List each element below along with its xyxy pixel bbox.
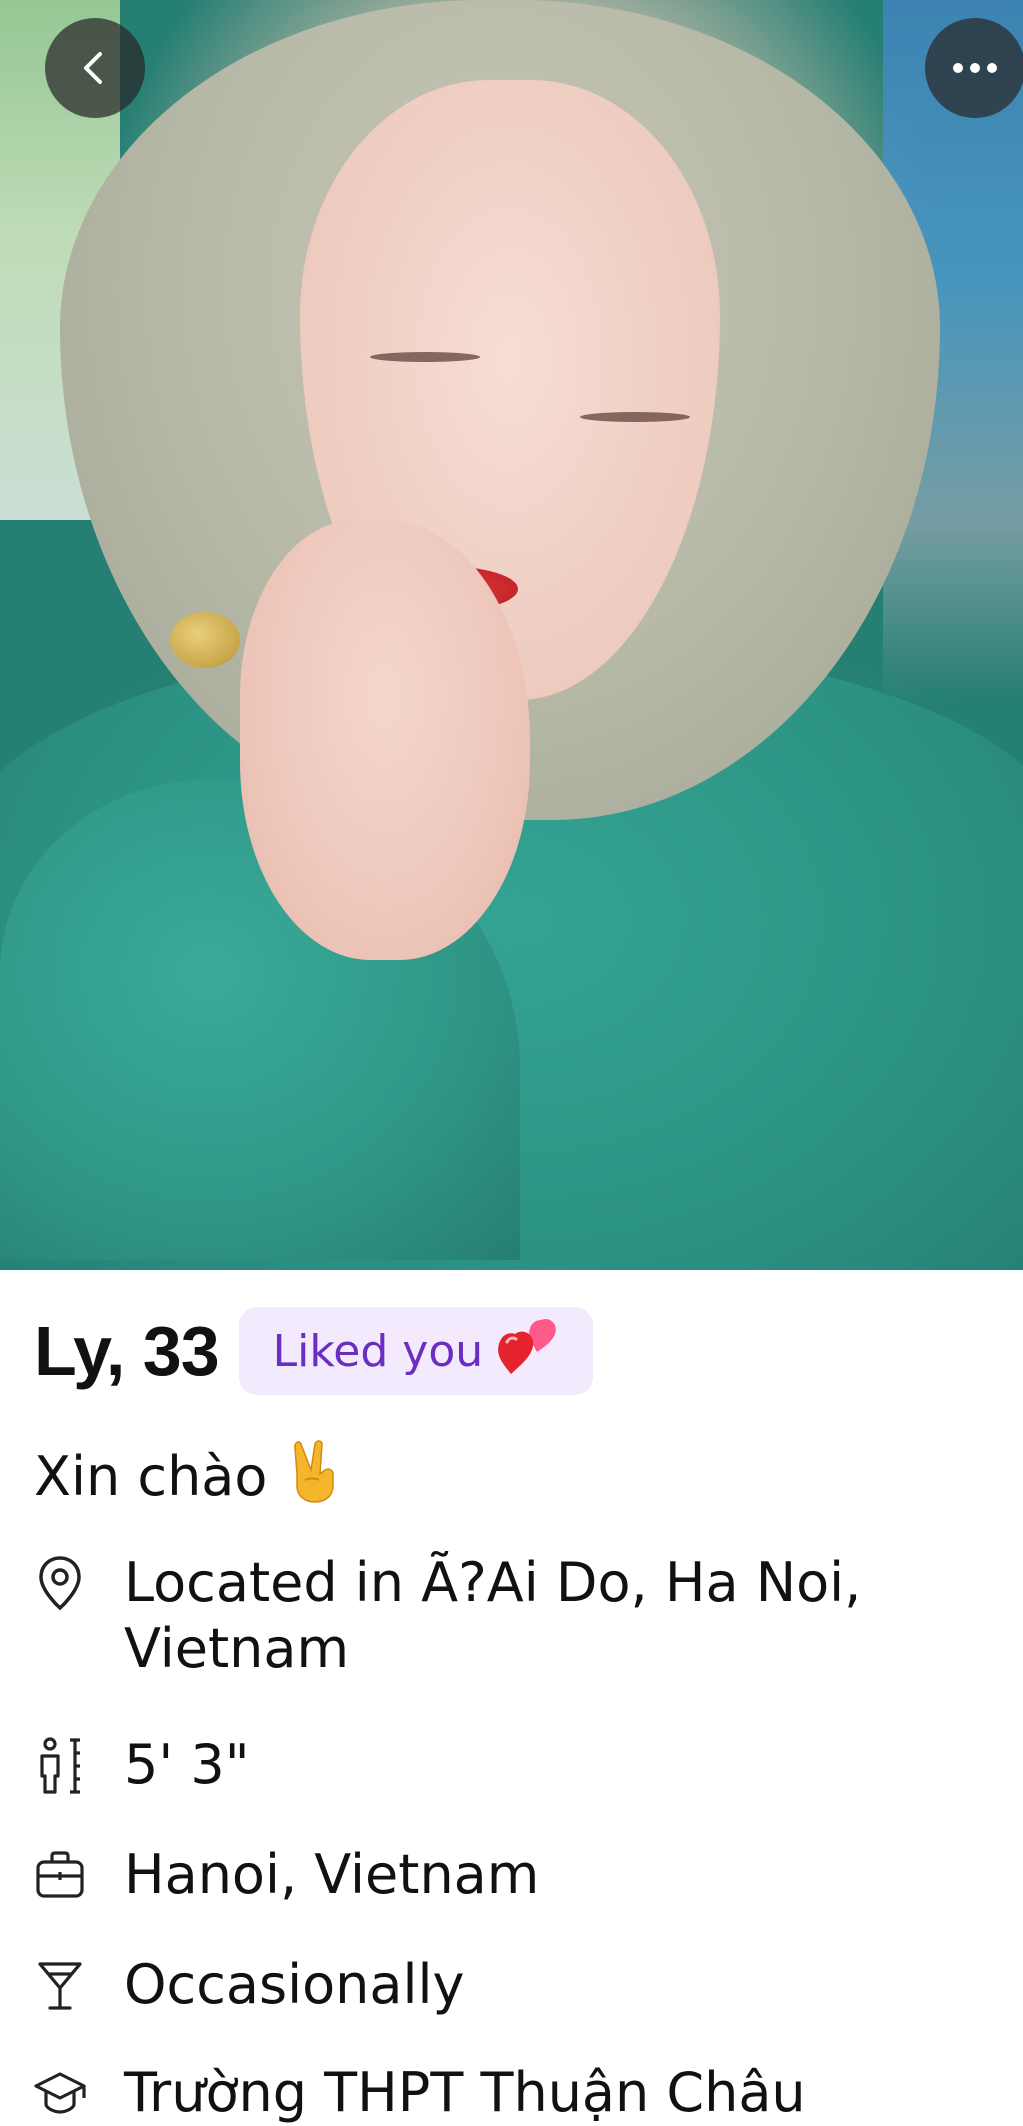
profile-info-panel: Ly, 33 Liked you Xin chào Located in Ã?A…: [0, 1270, 1023, 2126]
greeting-text: Xin chào: [34, 1440, 337, 1513]
liked-you-label: Liked you: [272, 1325, 484, 1377]
graduation-cap-icon: [34, 2072, 86, 2114]
location-text: Located in Ã?Ai Do, Ha Noi, Vietnam: [124, 1551, 862, 1680]
location-row: Located in Ã?Ai Do, Ha Noi, Vietnam: [34, 1550, 994, 1682]
greeting-label: Xin chào: [34, 1444, 268, 1508]
height-text: 5' 3": [124, 1733, 250, 1796]
education-text: Trường THPT Thuận Châu: [124, 2061, 806, 2124]
drinking-row: Occasionally: [34, 1952, 994, 2022]
photo-eye-right: [580, 412, 690, 422]
photo-eye-left: [370, 352, 480, 362]
more-options-button[interactable]: [925, 18, 1023, 118]
height-row: 5' 3": [34, 1732, 994, 1802]
name-age: Ly, 33: [34, 1312, 220, 1390]
chevron-left-icon: [84, 52, 102, 84]
map-pin-icon: [39, 1556, 81, 1611]
back-button[interactable]: [45, 18, 145, 118]
profile-photo[interactable]: [0, 0, 1023, 1270]
height-icon: [40, 1737, 80, 1794]
profile-header: Ly, 33 Liked you: [34, 1306, 594, 1396]
drinking-text: Occasionally: [124, 1953, 465, 2016]
work-row: Hanoi, Vietnam: [34, 1842, 994, 1912]
briefcase-icon: [36, 1851, 84, 1898]
more-horizontal-icon: [953, 63, 997, 73]
photo-hand: [240, 520, 530, 960]
cocktail-glass-icon: [38, 1962, 82, 2010]
photo-ring: [170, 612, 240, 668]
two-hearts-icon: [497, 1316, 559, 1387]
liked-you-badge: Liked you: [238, 1307, 594, 1395]
victory-hand-icon: [291, 1440, 337, 1513]
education-row: Trường THPT Thuận Châu: [34, 2060, 994, 2126]
work-text: Hanoi, Vietnam: [124, 1843, 540, 1906]
